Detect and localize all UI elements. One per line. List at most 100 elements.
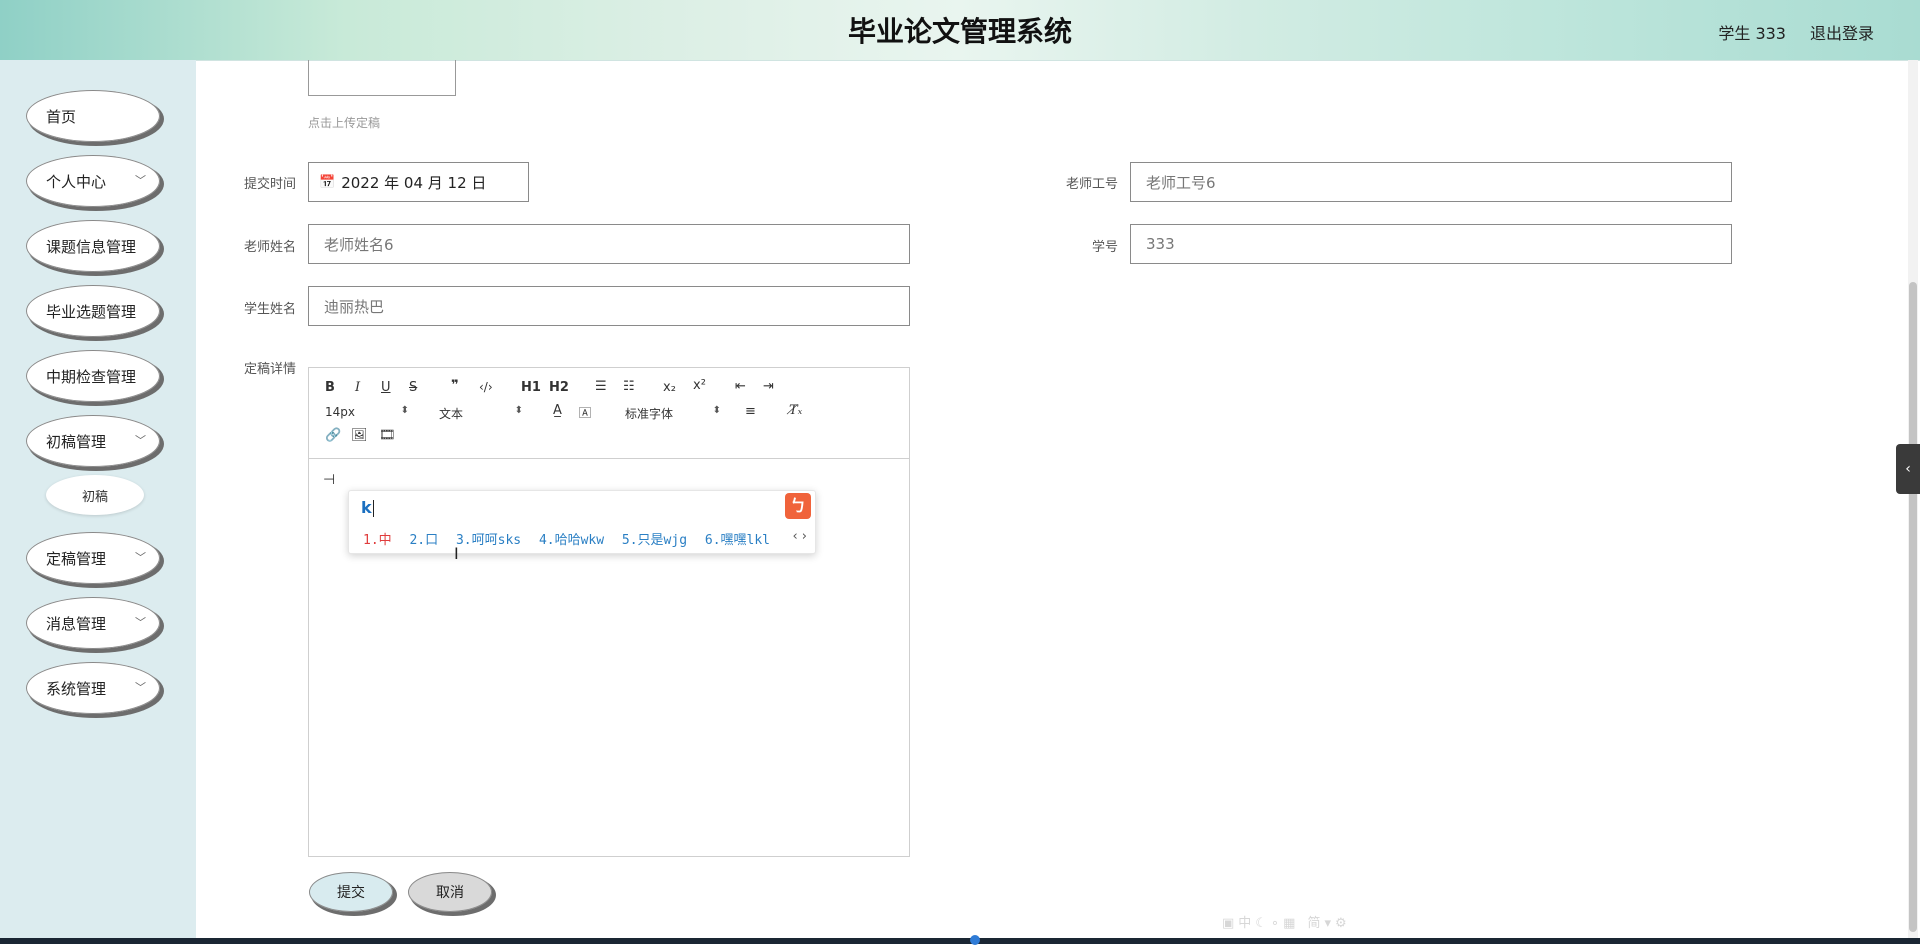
ime-page-nav-icon[interactable]: ‹ › [792,529,807,544]
ime-caret [373,500,374,517]
chevron-down-icon: ﹀ [135,616,146,629]
ime-candidate[interactable]: 6.嘿嘿lkl [705,533,770,548]
ime-candidate[interactable]: 3.呵呵sks [456,533,521,548]
underline-icon[interactable]: U [381,380,391,395]
align-icon[interactable]: ≡ [745,404,756,419]
rich-text-editor[interactable]: B I U S ❞ ‹/› H1 H2 ☰ ☷ x₂ x² ⇤ ⇥ 14px ⬍… [308,367,910,857]
calendar-icon: 📅 [319,174,336,190]
student-no-field[interactable]: 333 [1130,224,1732,264]
student-no-value: 333 [1146,235,1175,253]
chevron-left-icon: ‹ [1905,461,1911,477]
heading2-icon[interactable]: H2 [549,380,569,395]
font-color-icon[interactable]: A̲ [553,403,562,418]
teacher-name-value: 老师姓名6 [324,235,394,254]
student-no-label: 学号 [1091,240,1118,255]
sidebar-item-label: 个人中心 [46,172,107,191]
ime-candidate[interactable]: 1.中 [363,533,392,548]
video-icon[interactable]: 🎞 [379,428,396,443]
sidebar-item-draft[interactable]: 初稿管理 ﹀ [26,415,160,467]
collapse-panel-button[interactable]: ‹ [1896,444,1920,494]
student-name-value: 迪丽热巴 [324,297,385,316]
strikethrough-icon[interactable]: S [409,380,417,395]
outdent-icon[interactable]: ⇤ [735,379,746,394]
sidebar-item-label: 系统管理 [46,679,107,698]
submit-time-value: 2022 年 04 月 12 日 [341,173,487,192]
teacher-name-field[interactable]: 老师姓名6 [308,224,910,264]
sidebar-item-label: 消息管理 [46,614,107,633]
sidebar-item-label: 课题信息管理 [46,237,137,256]
link-icon[interactable]: 🔗 [325,428,341,443]
header-bar: 毕业论文管理系统 学生 333 退出登录 [0,0,1920,61]
upload-hint: 点击上传定稿 [308,116,381,130]
sidebar-item-label: 首页 [46,107,77,126]
ordered-list-icon[interactable]: ☰ [595,379,607,394]
background-color-icon[interactable]: 🄰 [579,404,591,421]
subscript-icon[interactable]: x₂ [663,380,676,395]
ime-candidate[interactable]: 4.哈哈wkw [539,533,604,548]
sidebar-item-final[interactable]: 定稿管理 ﹀ [26,532,160,584]
sidebar-item-home[interactable]: 首页 [26,90,160,142]
font-family-select[interactable]: 标准字体 ⬍ [625,405,721,422]
font-size-value: 14px [325,405,355,419]
superscript-icon[interactable]: x² [693,378,706,393]
teacher-id-label: 老师工号 [1065,177,1118,192]
heading1-icon[interactable]: H1 [521,380,541,395]
sidebar-item-messages[interactable]: 消息管理 ﹀ [26,597,160,649]
text-type-value: 文本 [439,407,464,421]
ime-logo-icon: ㄅ [785,493,811,519]
clear-format-icon[interactable]: T̸ₓ [789,403,802,418]
font-size-select[interactable]: 14px ⬍ [325,405,409,419]
select-arrows-icon: ⬍ [400,405,409,416]
code-icon[interactable]: ‹/› [479,380,493,394]
sidebar-item-midterm-check[interactable]: 中期检查管理 [26,350,160,402]
submit-time-field[interactable]: 📅 2022 年 04 月 12 日 [308,162,529,202]
bullet-list-icon[interactable]: ☷ [623,379,635,394]
bold-icon[interactable]: B [325,380,335,395]
teacher-id-field[interactable]: 老师工号6 [1130,162,1732,202]
font-family-value: 标准字体 [625,407,674,421]
sidebar-item-topic-selection[interactable]: 毕业选题管理 [26,285,160,337]
page-scrollbar-thumb[interactable] [1909,282,1917,932]
submit-button[interactable]: 提交 [309,872,393,912]
ime-candidate[interactable]: 5.只是wjg [622,533,687,548]
sidebar-item-personal-center[interactable]: 个人中心 ﹀ [26,155,160,207]
teacher-id-value: 老师工号6 [1146,173,1216,192]
chevron-down-icon: ﹀ [135,551,146,564]
select-arrows-icon: ⬍ [712,405,721,416]
student-name-field[interactable]: 迪丽热巴 [308,286,910,326]
current-user: 学生 333 [1718,24,1786,43]
text-type-select[interactable]: 文本 ⬍ [439,405,523,422]
sidebar-item-topic-info[interactable]: 课题信息管理 [26,220,160,272]
ime-candidate[interactable]: 2.口 [409,533,438,548]
ime-candidates: 1.中 2.口 3.呵呵sks 4.哈哈wkw 5.只是wjg 6.嘿嘿lkl [363,529,780,548]
editor-toolbar: B I U S ❞ ‹/› H1 H2 ☰ ☷ x₂ x² ⇤ ⇥ 14px ⬍… [309,368,909,459]
chevron-down-icon: ﹀ [135,681,146,694]
select-arrows-icon: ⬍ [514,405,523,416]
sidebar-subitem-draft[interactable]: 初稿 [46,475,144,515]
cancel-button[interactable]: 取消 [408,872,492,912]
ime-status-bar: ▣中☾∘▦ 简▾⚙ [1222,916,1351,931]
sidebar-item-label: 毕业选题管理 [46,302,137,321]
detail-label: 定稿详情 [243,362,296,377]
student-name-label: 学生姓名 [243,302,296,317]
text-cursor-icon: ⊣ [323,472,336,488]
sidebar-item-label: 定稿管理 [46,549,107,568]
sidebar-item-label: 中期检查管理 [46,367,137,386]
image-icon[interactable]: 🖼 [351,428,368,443]
mouse-ibeam-cursor-icon: I [454,544,459,563]
teacher-name-label: 老师姓名 [243,240,296,255]
app-title: 毕业论文管理系统 [847,15,1072,48]
os-taskbar [0,938,1920,944]
upload-final-draft[interactable] [308,60,456,96]
indent-icon[interactable]: ⇥ [763,379,774,394]
logout-link[interactable]: 退出登录 [1810,20,1874,44]
ime-candidate-popup: k ㄅ 1.中 2.口 3.呵呵sks 4.哈哈wkw 5.只是wjg 6.嘿嘿… [348,490,816,554]
sidebar-item-label: 初稿管理 [46,432,107,451]
chevron-down-icon: ﹀ [135,174,146,187]
italic-icon[interactable]: I [355,380,360,395]
submit-time-label: 提交时间 [243,177,296,192]
blockquote-icon[interactable]: ❞ [451,378,459,393]
sidebar: 首页 个人中心 ﹀ 课题信息管理 毕业选题管理 中期检查管理 初稿管理 ﹀ 初稿… [0,60,196,938]
sidebar-item-system[interactable]: 系统管理 ﹀ [26,662,160,714]
ime-input-text: k [361,498,372,517]
